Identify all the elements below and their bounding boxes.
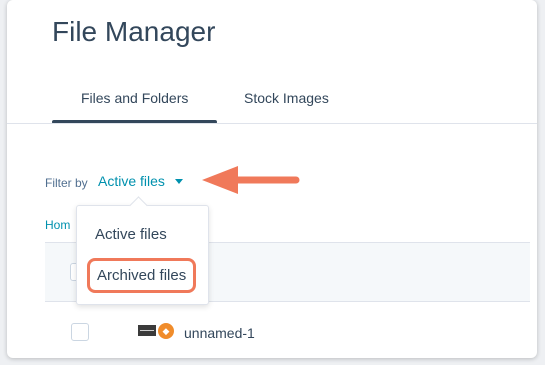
tabs-divider [7,123,537,124]
file-name[interactable]: unnamed-1 [184,325,255,341]
breadcrumb[interactable]: Hom [45,218,70,232]
menu-item-archived-files[interactable]: Archived files [87,258,197,293]
image-thumb-icon [138,325,156,336]
annotation-arrow-icon [202,166,300,194]
filter-dropdown-menu: Active files Archived files [76,205,209,305]
filter-selected-value: Active files [98,173,165,189]
page-title: File Manager [52,16,216,47]
tab-stock-images[interactable]: Stock Images [244,90,329,106]
filter-label: Filter by [45,176,88,190]
menu-item-active-files[interactable]: Active files [95,226,167,243]
tab-files-and-folders[interactable]: Files and Folders [81,90,188,106]
filter-dropdown[interactable]: Active files [98,173,183,189]
row-checkbox[interactable] [71,323,89,341]
file-thumbnail: ◆ [138,323,178,339]
file-badge-icon: ◆ [158,323,174,339]
caret-down-icon [174,178,183,184]
